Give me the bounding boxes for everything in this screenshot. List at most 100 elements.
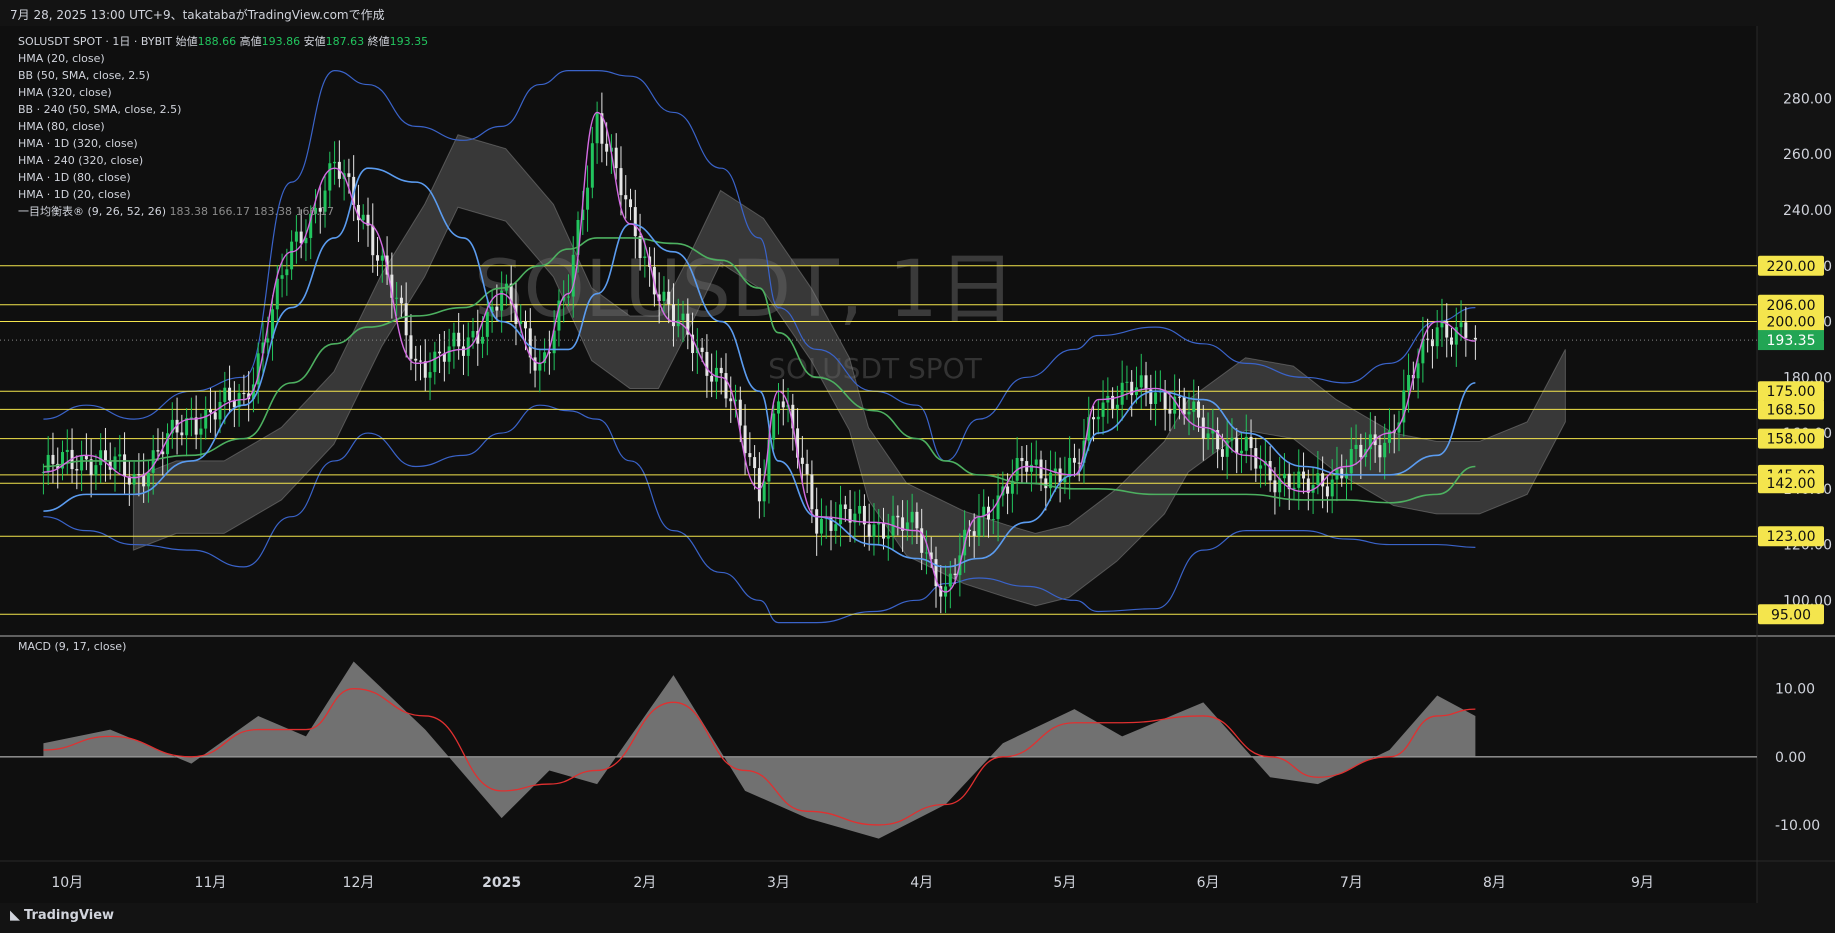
candle-body xyxy=(461,346,465,356)
candle-body xyxy=(724,373,728,399)
candle-body xyxy=(710,375,714,382)
header-bar: 7月 28, 2025 13:00 UTC+9、takatabaがTrading… xyxy=(0,0,1835,26)
candle-body xyxy=(1383,442,1387,458)
candle-body xyxy=(882,522,885,539)
candle-body xyxy=(285,269,289,276)
price-tick-label: 280.00 xyxy=(1783,91,1832,107)
candle-body xyxy=(1325,486,1329,497)
candle-body xyxy=(867,524,871,537)
candle-body xyxy=(1168,409,1172,414)
legend-indicator[interactable]: HMA (320, close) xyxy=(18,84,428,101)
candle-body xyxy=(643,256,647,258)
legend-symbol-row[interactable]: SOLUSDT SPOT · 1日 · BYBIT 始値188.66 高値193… xyxy=(18,33,428,50)
price-tick-label: 240.00 xyxy=(1783,203,1832,219)
candle-body xyxy=(595,113,599,144)
time-tick-label: 3月 xyxy=(767,875,790,891)
candle-body xyxy=(605,143,609,152)
level-tag-label: 200.00 xyxy=(1767,315,1816,331)
legend-indicator[interactable]: HMA · 1D (20, close) xyxy=(18,186,428,203)
candle-body xyxy=(590,143,594,188)
candle-body xyxy=(423,361,427,378)
candle-body xyxy=(1464,322,1468,338)
candle-body xyxy=(1302,471,1306,479)
candle-body xyxy=(1316,473,1320,485)
candle-body xyxy=(481,336,485,344)
tradingview-brand[interactable]: ◣ TradingView xyxy=(10,908,114,923)
candle-body xyxy=(524,321,528,329)
candle-body xyxy=(1230,437,1234,441)
candle-body xyxy=(719,367,723,374)
candle-body xyxy=(242,393,246,395)
legend-indicator[interactable]: BB · 240 (50, SMA, close, 2.5) xyxy=(18,101,428,118)
time-tick-label: 2025 xyxy=(482,875,521,891)
chart-legend: SOLUSDT SPOT · 1日 · BYBIT 始値188.66 高値193… xyxy=(18,33,428,220)
candle-body xyxy=(1020,457,1024,462)
candle-body xyxy=(1077,462,1081,464)
candle-body xyxy=(977,516,981,536)
legend-indicator[interactable]: HMA · 1D (80, close) xyxy=(18,169,428,186)
time-tick-label: 10月 xyxy=(51,875,83,891)
time-tick-label: 11月 xyxy=(195,875,227,891)
level-tag-label: 175.00 xyxy=(1767,384,1816,400)
candle-body xyxy=(404,303,408,336)
candle-body xyxy=(80,455,84,471)
candle-body xyxy=(953,573,957,576)
legend-open-label: 始値 xyxy=(175,35,198,48)
candle-body xyxy=(1154,392,1158,404)
candle-body xyxy=(948,573,952,587)
candle-body xyxy=(376,255,380,261)
candle-body xyxy=(299,231,303,244)
candle-body xyxy=(46,454,50,473)
candle-body xyxy=(815,509,819,534)
candle-body xyxy=(781,401,785,408)
candle-body xyxy=(714,367,718,382)
candle-body xyxy=(1359,444,1363,458)
candle-body xyxy=(1187,411,1191,415)
candle-body xyxy=(1330,479,1334,497)
candle-body xyxy=(275,278,279,310)
candle-body xyxy=(1297,471,1301,488)
footer-bar xyxy=(0,903,1835,933)
legend-indicator[interactable]: HMA (20, close) xyxy=(18,50,428,67)
candle-body xyxy=(1254,448,1258,469)
time-tick-label: 5月 xyxy=(1053,875,1076,891)
candle-body xyxy=(428,372,432,378)
candle-body xyxy=(748,453,752,458)
candle-body xyxy=(156,450,160,452)
level-tag-label: 220.00 xyxy=(1767,259,1816,275)
candle-body xyxy=(810,474,814,510)
candle-body xyxy=(1163,390,1167,410)
legend-indicator[interactable]: HMA · 1D (320, close) xyxy=(18,135,428,152)
candle-body xyxy=(1249,436,1253,449)
candle-body xyxy=(819,518,823,534)
candle-body xyxy=(1259,465,1263,469)
legend-open: 188.66 xyxy=(197,35,237,48)
legend-close: 193.35 xyxy=(389,35,429,48)
candle-body xyxy=(629,199,633,208)
candle-body xyxy=(1029,464,1033,472)
candle-body xyxy=(1378,445,1382,458)
legend-ichimoku[interactable]: 一目均衡表® (9, 26, 52, 26) 183.38 166.17 183… xyxy=(18,203,428,220)
ichimoku-label: 一目均衡表® (9, 26, 52, 26) xyxy=(18,205,167,218)
level-tag-label: 206.00 xyxy=(1767,298,1816,314)
candle-body xyxy=(75,469,79,471)
time-tick-label: 9月 xyxy=(1631,875,1654,891)
candle-body xyxy=(123,454,127,477)
macd-label[interactable]: MACD (9, 17, close) xyxy=(18,640,126,653)
legend-indicator[interactable]: HMA · 240 (320, close) xyxy=(18,152,428,169)
candle-body xyxy=(1450,337,1454,345)
candle-body xyxy=(495,306,499,311)
candle-body xyxy=(1349,449,1353,474)
level-tag-label: 158.00 xyxy=(1767,432,1816,448)
candle-body xyxy=(218,401,222,420)
legend-indicator[interactable]: BB (50, SMA, close, 2.5) xyxy=(18,67,428,84)
candle-body xyxy=(194,417,198,435)
candle-body xyxy=(915,511,919,529)
candle-body xyxy=(290,241,294,270)
candle-body xyxy=(776,401,780,414)
candle-body xyxy=(1192,401,1196,412)
candle-body xyxy=(671,304,675,327)
time-tick-label: 4月 xyxy=(910,875,933,891)
legend-indicator[interactable]: HMA (80, close) xyxy=(18,118,428,135)
candle-body xyxy=(834,524,838,531)
